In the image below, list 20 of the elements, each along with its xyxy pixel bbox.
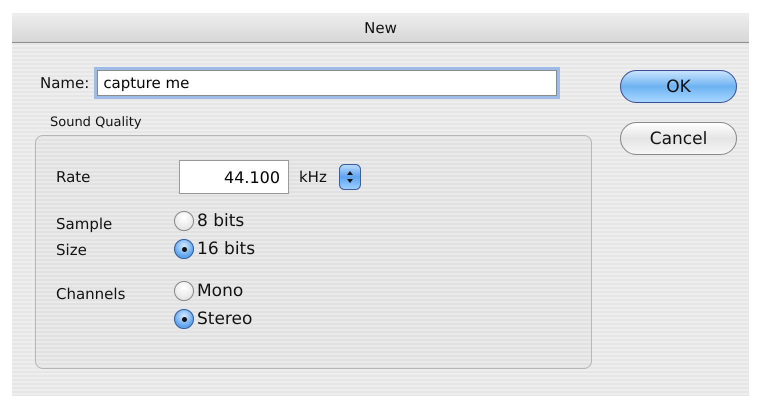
radio-button[interactable]	[174, 239, 194, 259]
radio-option[interactable]: 8 bits	[174, 211, 256, 231]
group-label: Sample Size	[56, 214, 114, 261]
radio-option[interactable]: 16 bits	[174, 239, 256, 259]
cancel-button[interactable]: Cancel	[620, 122, 737, 155]
name-label: Name:	[40, 74, 90, 92]
radio-option[interactable]: Mono	[174, 281, 252, 301]
rate-label: Rate	[56, 168, 92, 186]
rate-field[interactable]: 44.100	[179, 160, 289, 194]
group-title: Sound Quality	[50, 115, 143, 130]
window-title: New	[364, 18, 397, 36]
radio-button[interactable]	[174, 309, 194, 329]
radio-option[interactable]: Stereo	[174, 309, 252, 329]
group-label: Channels	[56, 284, 126, 305]
radio-button[interactable]	[174, 281, 194, 301]
unit-label: kHz	[299, 168, 327, 186]
radio-button[interactable]	[174, 211, 194, 231]
stepper-icon[interactable]	[338, 164, 361, 190]
ok-button[interactable]: OK	[620, 70, 737, 103]
name-field[interactable]: capture me	[97, 70, 558, 96]
